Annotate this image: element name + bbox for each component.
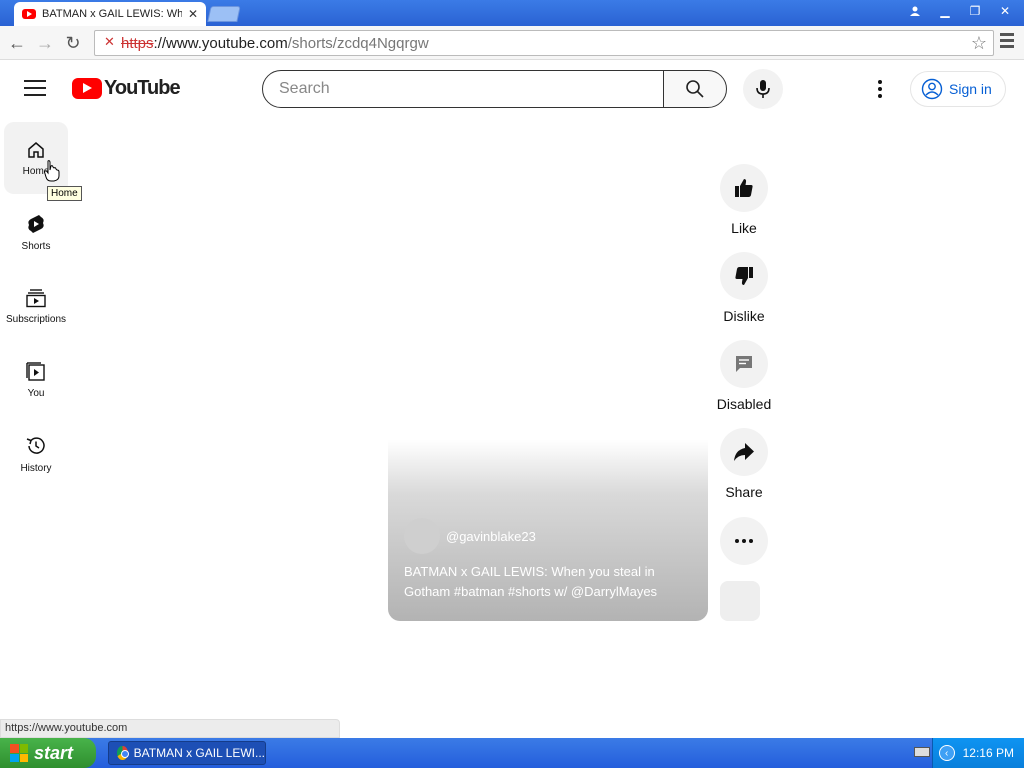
sign-in-label: Sign in [949,81,992,97]
settings-kebab-icon[interactable] [870,80,890,100]
address-bar[interactable]: https ://www.youtube.com /shorts/zcdq4Ng… [94,30,994,56]
window-controls: ▁ ❐ ✕ [902,2,1018,20]
home-tooltip: Home [47,186,82,201]
channel-info[interactable]: @gavinblake23 [404,518,536,554]
more-options-button[interactable] [720,517,768,565]
start-label: start [34,742,74,763]
bookmark-star-icon[interactable]: ☆ [971,33,987,54]
youtube-favicon-icon [22,9,36,19]
dislike-action: Dislike [712,252,776,324]
your-videos-icon [26,361,45,381]
more-horizontal-icon [735,539,753,543]
status-url-bubble: https://www.youtube.com [0,719,340,738]
taskbar-item-chrome[interactable]: BATMAN x GAIL LEWI... [108,741,266,765]
browser-tab[interactable]: BATMAN x GAIL LEWIS: Whe ✕ [14,2,206,26]
dislike-button[interactable] [720,252,768,300]
guide-label-history: History [20,462,52,474]
taskbar-item-label: BATMAN x GAIL LEWI... [133,746,265,760]
tray-expand-icon[interactable]: ‹ [938,745,955,761]
shorts-icon [28,214,44,233]
sign-in-button[interactable]: Sign in [910,71,1006,107]
logo-text: YouTube [104,77,181,99]
guide-label-you: You [27,387,45,399]
url-scheme: https [121,34,154,52]
share-arrow-icon [734,443,754,461]
close-window-button[interactable]: ✕ [992,2,1018,20]
guide-item-shorts[interactable]: Shorts [4,196,68,268]
guide-item-subscriptions[interactable]: Subscriptions [4,270,68,342]
tray-clock[interactable]: 12:16 PM [963,746,1014,760]
start-button[interactable]: start [0,738,96,768]
more-action [712,517,776,565]
short-player[interactable]: @gavinblake23 BATMAN x GAIL LEWIS: When … [388,440,708,621]
search-input[interactable] [279,80,639,98]
microphone-icon [756,80,770,98]
channel-handle[interactable]: @gavinblake23 [446,529,536,544]
thumbs-up-icon [735,179,753,197]
like-action: Like [712,164,776,236]
share-label: Share [725,484,763,500]
dislike-label: Dislike [723,308,765,324]
guide-item-you[interactable]: You [4,344,68,416]
voice-search-button[interactable] [743,69,783,109]
guide-item-history[interactable]: History [4,418,68,490]
windows-taskbar: start BATMAN x GAIL LEWI... ‹ 12:16 PM [0,738,1024,768]
browser-menu-icon[interactable] [1000,33,1016,51]
url-path: /shorts/zcdq4Ngqrgw [287,34,429,52]
youtube-logo[interactable]: YouTube [72,77,181,100]
tab-title: BATMAN x GAIL LEWIS: Whe [42,8,182,20]
home-icon [28,141,44,158]
keyboard-language-icon[interactable] [914,747,930,757]
channel-avatar[interactable] [404,518,440,554]
thumbs-down-icon [735,267,753,285]
tab-close-icon[interactable]: ✕ [188,7,198,21]
guide-menu-icon[interactable] [24,80,46,98]
comments-action: Disabled [712,340,776,412]
restore-button[interactable]: ❐ [962,2,988,20]
system-tray: ‹ 12:16 PM [932,738,1024,768]
subscriptions-icon [26,288,46,307]
search-box [262,70,664,108]
sound-thumbnail[interactable] [720,581,760,621]
like-button[interactable] [720,164,768,212]
guide-item-home[interactable]: Home [4,122,68,194]
youtube-play-logo-icon [72,78,102,99]
insecure-lock-icon[interactable] [103,34,117,50]
like-label: Like [731,220,757,236]
url-host: ://www.youtube.com [153,34,288,52]
history-icon [26,436,45,454]
guide-label-subscriptions: Subscriptions [5,313,67,325]
share-action: Share [712,428,776,500]
search-button[interactable] [663,70,727,108]
profile-icon[interactable] [902,2,928,20]
guide-label-shorts: Shorts [21,240,51,252]
browser-titlebar: BATMAN x GAIL LEWIS: Whe ✕ ▁ ❐ ✕ [0,0,1024,26]
comments-button[interactable] [720,340,768,388]
share-button[interactable] [720,428,768,476]
forward-arrow-icon[interactable]: → [34,32,56,54]
youtube-masthead: YouTube Sign in [0,60,1024,118]
back-arrow-icon[interactable]: ← [6,32,28,54]
comments-label: Disabled [716,396,772,412]
browser-toolbar: ← → ↻ https ://www.youtube.com /shorts/z… [0,26,1024,60]
hand-cursor-icon [44,160,60,182]
comment-icon [736,356,752,372]
minimize-button[interactable]: ▁ [932,2,958,20]
short-title: BATMAN x GAIL LEWIS: When you steal in G… [404,564,658,599]
account-icon [921,78,943,100]
reload-icon[interactable]: ↻ [62,32,84,54]
new-tab-button[interactable] [207,6,241,22]
search-icon [686,80,704,98]
chrome-icon [117,746,129,760]
windows-flag-icon [10,744,28,762]
